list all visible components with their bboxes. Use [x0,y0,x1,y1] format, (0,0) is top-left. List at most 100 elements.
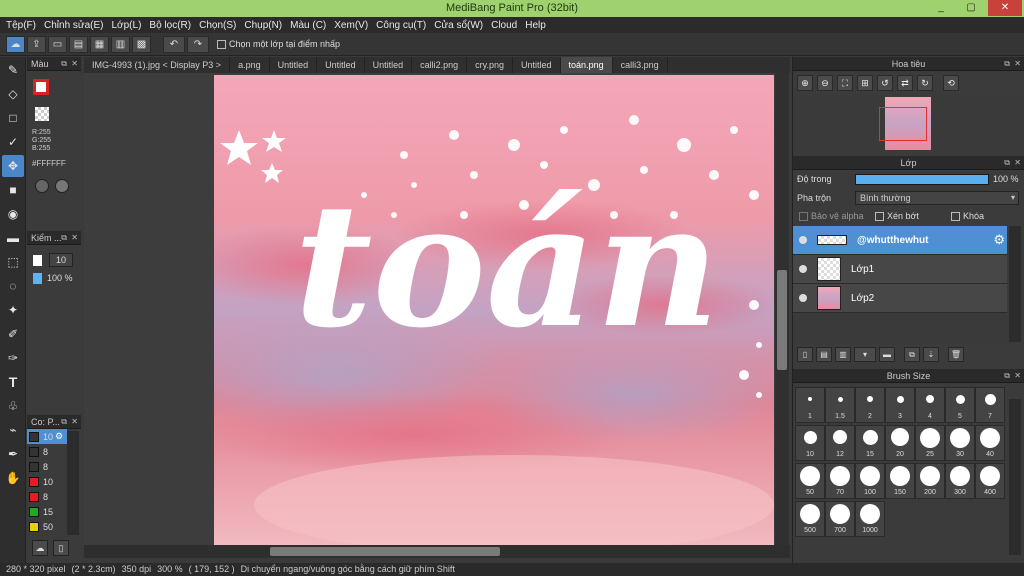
document-tab[interactable]: IMG-4993 (1).jpg < Display P3 > [84,57,231,73]
document-tab[interactable]: Untitled [365,57,413,73]
new-8bit-layer-icon[interactable]: ▥ [835,347,851,362]
color-wheel-icon[interactable] [55,179,69,193]
vertical-scroll-thumb[interactable] [777,270,787,370]
panel-close-icon[interactable]: ✕ [71,415,78,429]
actual-size-icon[interactable]: ⊞ [857,75,873,91]
zoom-in-icon[interactable]: ⊕ [797,75,813,91]
color-list-item[interactable]: 50 [27,519,67,534]
brush-size-cell[interactable]: 15 [855,425,885,461]
new-layer-icon[interactable]: ▯ [797,347,813,362]
document-tab[interactable]: cry.png [467,57,514,73]
brush-size-cell[interactable]: 2 [855,387,885,423]
chat-icon[interactable]: ▭ [48,35,67,53]
brush-size-cell[interactable]: 10 [795,425,825,461]
menu-tools[interactable]: Công cụ(T) [376,20,426,31]
primary-color-swatch[interactable] [33,79,49,95]
color-list-item[interactable]: 8 [27,459,67,474]
maximize-button[interactable]: ▢ [958,0,984,16]
undock-icon[interactable]: ⧉ [61,231,67,245]
brush-size-cell[interactable]: 40 [975,425,1005,461]
document-tab[interactable]: toán.png [560,57,613,73]
brush-size-cell[interactable]: 200 [915,463,945,499]
color-list-item[interactable]: 8 [27,444,67,459]
color-list-item[interactable]: 15 [27,504,67,519]
brush-size-cell[interactable]: 25 [915,425,945,461]
folder-icon[interactable]: ▬ [879,347,895,362]
close-button[interactable]: ✕ [988,0,1022,16]
flip-icon[interactable]: ⇄ [897,75,913,91]
gradient-icon[interactable]: ▬ [2,227,24,249]
menu-color[interactable]: Màu (C) [290,20,326,31]
brush-size-cell[interactable]: 12 [825,425,855,461]
layer-row[interactable]: Lớp1 [793,255,1007,284]
brush-opacity-value[interactable]: 100 % [47,273,73,283]
select-eraser-icon[interactable]: ✑ [2,347,24,369]
document-tab[interactable]: Untitled [317,57,365,73]
operation-icon[interactable]: ♧ [2,395,24,417]
brush-size-cell[interactable]: 500 [795,501,825,537]
select-pen-icon[interactable]: ✐ [2,323,24,345]
color-list-item[interactable]: 10 ⚙ [27,429,67,444]
rotate-right-icon[interactable]: ↻ [917,75,933,91]
merge-layer-icon[interactable]: ⇣ [923,347,939,362]
lock-checkbox[interactable] [951,212,960,221]
color-list-scrollbar[interactable] [67,431,79,535]
layer-opacity-slider[interactable] [855,174,989,185]
brush-size-cell[interactable]: 300 [945,463,975,499]
minimize-button[interactable]: _ [928,0,954,16]
fit-icon[interactable]: ⛶ [837,75,853,91]
delete-layer-icon[interactable]: 🗑 [948,347,964,362]
brush-size-cell[interactable]: 3 [885,387,915,423]
artwork-canvas[interactable]: toán [214,75,774,545]
undock-icon[interactable]: ⧉ [61,415,67,429]
horizontal-scroll-thumb[interactable] [270,547,500,556]
document-icon[interactable]: ▦ [90,35,109,53]
brush-size-cell[interactable]: 7 [975,387,1005,423]
menu-cloud[interactable]: Cloud [491,20,517,31]
document-tab[interactable]: calli2.png [412,57,468,73]
menu-filter[interactable]: Bộ lọc(R) [149,20,191,31]
undock-icon[interactable]: ⧉ [1004,369,1010,383]
redo-icon[interactable]: ↷ [187,35,209,53]
layer-row[interactable]: @whutthewhut ⚙ [793,226,1007,255]
text-icon[interactable]: T [2,371,24,393]
menu-edit[interactable]: Chỉnh sửa(E) [44,20,104,31]
brush-size-cell[interactable]: 150 [885,463,915,499]
grid-icon[interactable]: ▩ [132,35,151,53]
eraser-icon[interactable]: ◇ [2,83,24,105]
navigator-viewport-frame[interactable] [879,107,927,141]
brush-size-cell[interactable]: 30 [945,425,975,461]
brush-size-cell[interactable]: 70 [825,463,855,499]
document-tab[interactable]: Untitled [270,57,318,73]
new-color-icon[interactable]: ▯ [53,540,69,556]
layer-settings-gear-icon[interactable]: ⚙ [993,232,1005,248]
color-list-item[interactable]: 8 [27,489,67,504]
select-layer-checkbox[interactable] [217,39,226,49]
menu-help[interactable]: Help [525,20,546,31]
brush-size-cell[interactable]: 100 [855,463,885,499]
dot-brush-icon[interactable]: ✓ [2,131,24,153]
panel-close-icon[interactable]: ✕ [1014,369,1021,383]
panel-close-icon[interactable]: ✕ [71,57,78,71]
zoom-out-icon[interactable]: ⊖ [817,75,833,91]
undock-icon[interactable]: ⧉ [61,57,67,71]
menu-snap[interactable]: Chụp(N) [244,20,282,31]
reset-icon[interactable]: ⟲ [943,75,959,91]
palette-icon[interactable] [35,179,49,193]
layer-row[interactable]: Lớp2 [793,284,1007,313]
bucket-icon[interactable]: ◉ [2,203,24,225]
undock-icon[interactable]: ⧉ [1004,57,1010,71]
lasso-icon[interactable]: ◌ [2,275,24,297]
protect-alpha-checkbox[interactable] [799,212,808,221]
brush-size-cell[interactable]: 20 [885,425,915,461]
select-rect-icon[interactable]: ⬚ [2,251,24,273]
layer-list-scrollbar[interactable] [1009,226,1021,342]
fill-rect-icon[interactable]: ■ [2,179,24,201]
rectangle-icon[interactable]: □ [2,107,24,129]
document-tab[interactable]: Untitled [513,57,561,73]
brush-size-scrollbar[interactable] [1009,399,1021,555]
blend-mode-select[interactable]: Bình thường ▾ [855,191,1019,205]
brush-size-cell[interactable]: 400 [975,463,1005,499]
move-icon[interactable]: ✥ [2,155,24,177]
gear-icon[interactable]: ⚙ [55,431,63,442]
